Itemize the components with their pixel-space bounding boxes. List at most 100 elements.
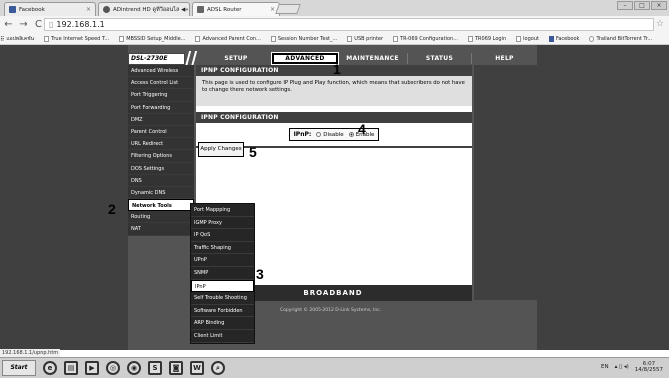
sidebar-item-dynamic-dns[interactable]: Dynamic DNS [128,186,194,200]
sidebar-item-dns[interactable]: DNS [128,174,194,187]
step-marker-5: 5 [249,144,257,160]
ipnp-disable-radio[interactable]: Disable [316,132,344,138]
torrent-icon [589,35,595,42]
sidebar-item-access-control-list[interactable]: Access Control List [128,77,194,90]
section-title: IPNP CONFIGURATION [196,112,472,123]
bookmark-item[interactable]: logout [516,35,539,42]
router-frame: DSL-2730E SETUP ADVANCED MAINTENANCE STA… [128,45,537,350]
submenu-item-client-limit[interactable]: Client Limit [191,330,254,343]
bookmarks-bar: ⠿ แอปพลิเคชัน True Internet Speed T... MB… [0,33,669,45]
bookmark-item[interactable]: Trailand BitTorrent Tr... [589,35,652,42]
browser-toolbar: ← → C ▯ 192.168.1.1 ☆ [0,16,669,33]
system-tray: EN ▴ ▯ ◂) 6:07 14/8/2557 [601,361,663,373]
radio-on-icon[interactable] [348,132,354,137]
taskbar: Start e ▤ ▶ ◎ ◉ S ◙ W ⌕ EN ▴ ▯ ◂) 6:07 1… [0,357,669,378]
language-indicator[interactable]: EN [601,364,609,370]
minimize-button[interactable]: – [617,1,633,10]
forward-arrow-icon[interactable]: → [17,19,30,30]
bookmark-label: True Internet Speed T... [51,35,110,42]
tab-adintrend[interactable]: ADintrend HD ดูทีวีออนไล ◀» × [98,2,190,16]
submenu-item-igmp-proxy[interactable]: IGMP Proxy [191,217,254,230]
tab-help[interactable]: HELP [472,53,537,64]
file-explorer-icon[interactable]: ▤ [64,361,78,375]
bookmark-label: logout [523,35,539,42]
section-description: This page is used to configure IP Plug a… [196,76,472,106]
submenu-item-upnp[interactable]: UPnP [191,254,254,267]
page-icon: ▯ [49,20,54,29]
bookmark-label: แอปพลิเคชัน [6,35,35,42]
bookmark-facebook[interactable]: Facebook [548,35,580,42]
sidebar-item-nat[interactable]: NAT [128,223,194,236]
word-icon[interactable]: W [190,361,204,375]
bookmark-apps[interactable]: ⠿ แอปพลิเคชัน [0,35,34,43]
bookmark-label: Session Number Test_... [277,35,338,42]
tray-icons[interactable]: ▴ ▯ ◂) [615,364,629,370]
close-icon[interactable]: × [189,6,190,13]
step-marker-4: 4 [358,121,366,137]
sidebar-item-parent-control[interactable]: Parent Control [128,125,194,139]
sidebar-item-dmz[interactable]: DMZ [128,113,194,126]
close-icon[interactable]: × [86,6,91,13]
model-logo: DSL-2730E [128,53,185,65]
bookmark-item[interactable]: True Internet Speed T... [44,35,110,42]
maximize-button[interactable]: □ [634,1,650,10]
bookmark-item[interactable]: USB printer [347,35,384,42]
bookmark-label: Facebook [555,35,580,42]
tab-maintenance[interactable]: MAINTENANCE [338,53,408,64]
media-player-icon[interactable]: ▶ [85,361,99,375]
submenu-item-snmp[interactable]: SNMP [191,267,254,280]
start-button[interactable]: Start [2,360,36,376]
sidebar-item-url-redirect[interactable]: URL Redirect [128,138,194,151]
bookmark-star-icon[interactable]: ☆ [656,19,664,29]
radio-off-icon[interactable] [316,132,322,137]
page-icon [516,35,522,42]
submenu-item-ipnp[interactable]: IPnP [191,279,254,293]
close-window-button[interactable]: × [651,1,667,10]
page-icon [44,35,50,42]
submenu-item-self-trouble-shooting[interactable]: Self Trouble Shooting [191,292,254,305]
close-icon[interactable]: × [270,6,275,13]
bookmark-item[interactable]: MBSSID Setup_Middle... [119,35,186,42]
submenu-item-traffic-shaping[interactable]: Traffic Shaping [191,242,254,255]
bookmark-item[interactable]: TR-069 Configuration... [393,35,458,42]
new-tab-button[interactable] [275,4,301,14]
skype-icon[interactable]: S [148,361,162,375]
tab-facebook[interactable]: Facebook × [4,2,96,16]
tab-setup[interactable]: SETUP [201,53,272,64]
settings-app-icon[interactable]: ◙ [169,361,183,375]
sidebar-item-port-triggering[interactable]: Port Triggering [128,89,194,102]
search-icon[interactable]: ⌕ [211,361,225,375]
sidebar-item-dos-settings[interactable]: DOS Settings [128,162,194,175]
submenu-item-ip-qos[interactable]: IP QoS [191,229,254,242]
submenu-item-software-forbidden[interactable]: Software Forbidden [191,305,254,318]
address-bar[interactable]: ▯ 192.168.1.1 [44,18,654,31]
back-arrow-icon[interactable]: ← [2,19,15,30]
tab-advanced[interactable]: ADVANCED [271,52,339,65]
address-text: 192.168.1.1 [56,20,105,29]
network-tools-submenu: Port Mappping IGMP Proxy IP QoS Traffic … [190,203,255,344]
tab-label: ADintrend HD ดูทีวีออนไล ◀» [113,6,189,13]
bookmark-item[interactable]: TR069 Login [467,35,506,42]
internet-explorer-icon[interactable]: e [43,361,57,375]
tab-adsl-router[interactable]: ADSL Router × [192,2,280,16]
submenu-item-arp-binding[interactable]: ARP Binding [191,317,254,330]
sidebar-item-filtering-options[interactable]: Filtering Options [128,150,194,163]
tab-status[interactable]: STATUS [408,53,472,64]
bookmark-label: USB printer [354,35,384,42]
submenu-item-port-mapping[interactable]: Port Mappping [191,204,254,217]
sidebar-item-routing[interactable]: Routing [128,211,194,224]
apply-changes-button[interactable]: Apply Changes [198,142,244,157]
chrome-icon[interactable]: ◉ [127,361,141,375]
step-marker-1: 1 [333,61,341,77]
sidebar-item-port-forwarding[interactable]: Port Forwarding [128,101,194,114]
sidebar-item-network-tools[interactable]: Network Tools [128,199,194,212]
bookmark-item[interactable]: Advanced Parent Con... [195,35,261,42]
page-icon [467,35,473,42]
app-icon[interactable]: ◎ [106,361,120,375]
sidebar-item-advanced-wireless[interactable]: Advanced Wireless [128,65,194,78]
bookmark-item[interactable]: Session Number Test_... [270,35,338,42]
clock[interactable]: 6:07 14/8/2557 [635,361,663,373]
step-marker-2: 2 [108,201,116,217]
bookmark-label: Advanced Parent Con... [202,35,261,42]
bookmark-label: MBSSID Setup_Middle... [126,35,186,42]
